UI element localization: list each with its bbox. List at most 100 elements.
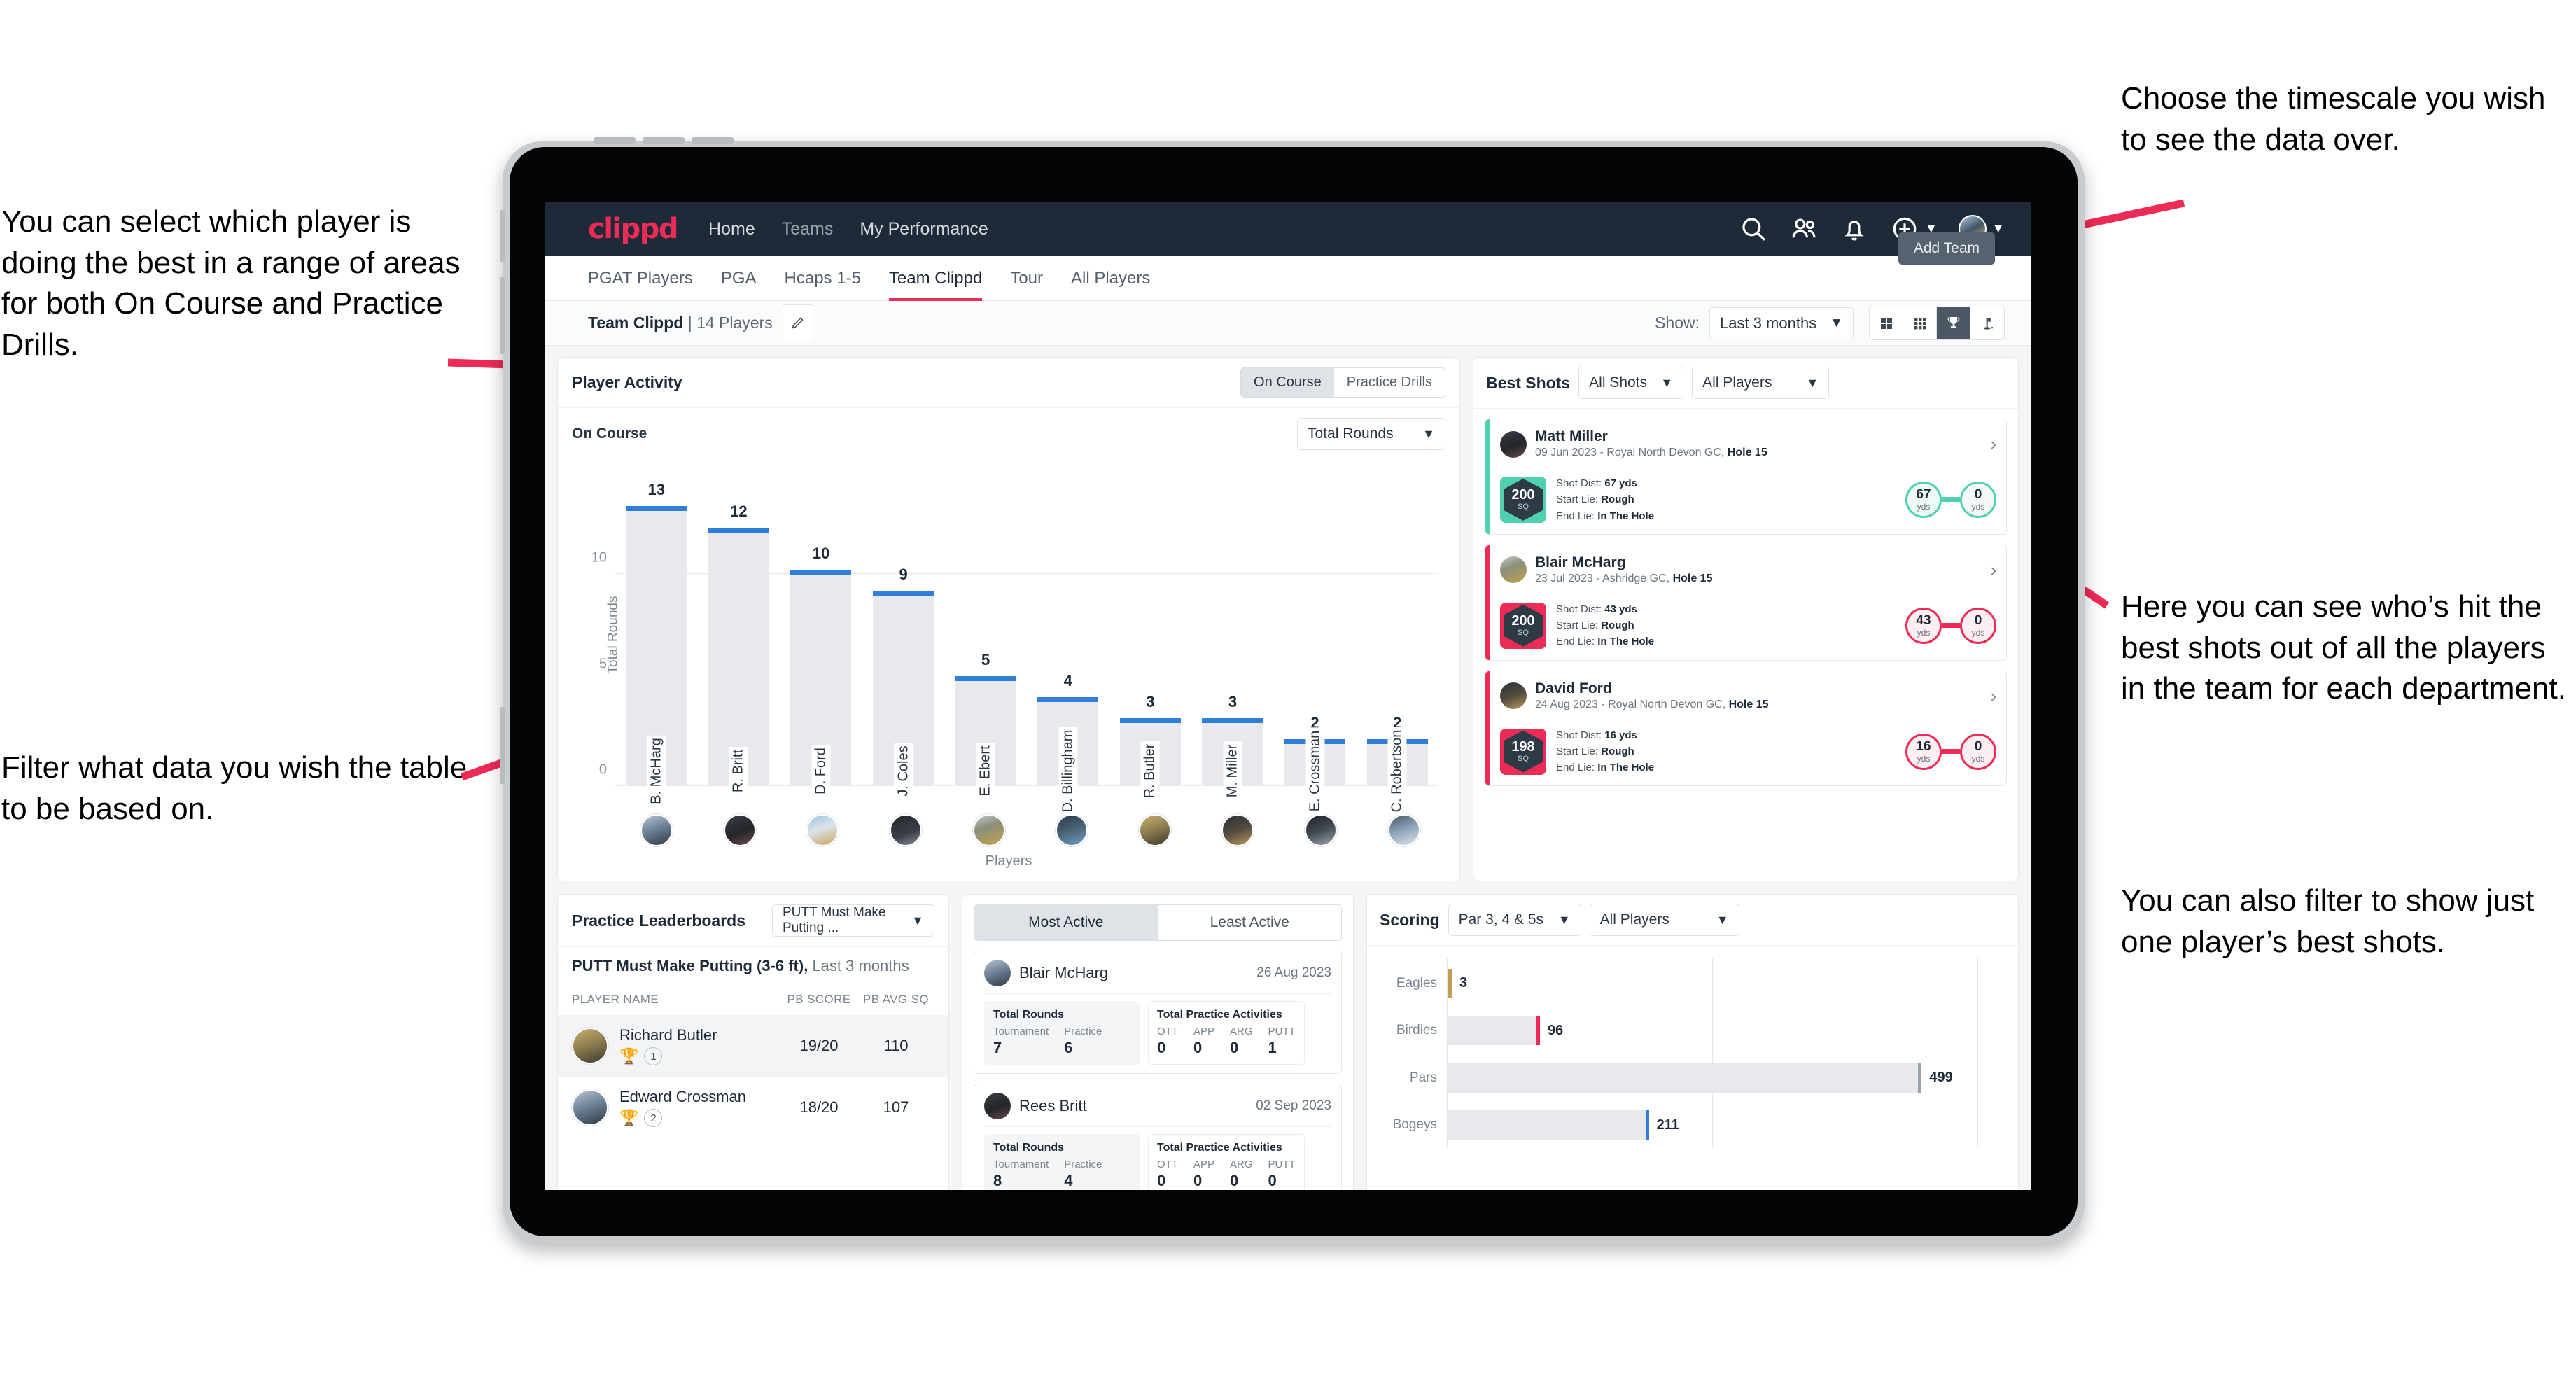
chevron-down-icon: ▼	[911, 913, 924, 927]
nav-link-home[interactable]: Home	[708, 219, 755, 239]
avatar[interactable]	[1222, 814, 1254, 846]
leaderboard-player-name: Edward Crossman	[620, 1088, 746, 1105]
segment-on-course[interactable]: On Course	[1241, 368, 1334, 397]
par-filter-select[interactable]: Par 3, 4 & 5s ▼	[1448, 904, 1581, 936]
chart-bar[interactable]: 2 E. Crossman	[1284, 714, 1346, 815]
team-name: Team Clippd	[588, 314, 684, 332]
player-count: 14 Players	[696, 314, 773, 332]
chart-bar[interactable]: 12 R. Britt	[708, 503, 769, 796]
best-shot-item[interactable]: David Ford 24 Aug 2023 - Royal North Devo…	[1485, 670, 2007, 787]
grid-9-icon[interactable]	[1903, 307, 1937, 340]
round-label: Tournament	[993, 1158, 1049, 1170]
chart-bar-cap	[1202, 718, 1264, 724]
tab-all-players[interactable]: All Players	[1071, 256, 1150, 301]
hexagon-icon: 198 SQ	[1504, 730, 1543, 773]
round-label: Tournament	[993, 1026, 1049, 1037]
dashboard-row-2: Practice Leaderboards PUTT Must Make Put…	[557, 894, 2019, 1190]
nav-link-teams[interactable]: Teams	[782, 219, 834, 239]
shot-quality-value: 198	[1511, 739, 1535, 755]
chart-bar-slot: 3 M. Miller	[1191, 489, 1274, 801]
chevron-right-icon[interactable]: ›	[1983, 433, 1996, 455]
avatar[interactable]	[1138, 814, 1171, 846]
tab-tour[interactable]: Tour	[1010, 256, 1043, 301]
avatar[interactable]	[640, 814, 673, 846]
timescale-select[interactable]: Last 3 months ▼	[1709, 307, 1854, 340]
chart-bar[interactable]: 3 R. Butler	[1119, 693, 1181, 802]
chart-bar[interactable]: 5 E. Ebert	[955, 651, 1016, 799]
end-lie-value: In The Hole	[1597, 762, 1655, 774]
team-tabs: PGAT Players PGA Hcaps 1-5 Team Clippd T…	[545, 232, 2031, 301]
tab-pgat-players[interactable]: PGAT Players	[588, 256, 693, 301]
avatar[interactable]	[1305, 814, 1338, 846]
shot-start-unit: yds	[1917, 754, 1931, 764]
chevron-down-icon: ▼	[1806, 375, 1819, 390]
shot-meta: 24 Aug 2023 - Royal North Devon GC, Hole…	[1535, 698, 1769, 713]
activity-stat-boxes: Total Rounds Tournament 8 Practice 4 Total Pr…	[984, 1134, 1331, 1190]
tab-pga[interactable]: PGA	[721, 256, 757, 301]
avatar[interactable]	[890, 814, 923, 846]
scoring-bar[interactable]	[1447, 1063, 1922, 1093]
chart-bar[interactable]: 4 D. Billingham	[1037, 672, 1099, 816]
list-item[interactable]: Blair McHarg 26 Aug 2023 Total Rounds Tourn…	[974, 951, 1342, 1074]
shot-detail-row: 200 SQ Shot Dist: 67 yds Start Lie: Rough En…	[1500, 475, 1996, 524]
tab-hcaps-1-5[interactable]: Hcaps 1-5	[785, 256, 861, 301]
practice-value: 1	[1268, 1039, 1277, 1056]
grid-4-icon[interactable]	[1870, 307, 1903, 340]
chart-bar[interactable]: 2 C. Robertson	[1366, 714, 1428, 816]
chevron-right-icon[interactable]: ›	[1983, 685, 1996, 707]
trophy-icon[interactable]	[1937, 307, 1970, 340]
bell-icon[interactable]	[1840, 214, 1869, 244]
scoring-bar-row: Pars 499	[1410, 1063, 1977, 1093]
chart-bar[interactable]: 13 B. McHarg	[626, 481, 687, 807]
tab-most-active[interactable]: Most Active	[974, 904, 1158, 941]
shot-stats: Shot Dist: 43 yds Start Lie: Rough End Lie…	[1556, 601, 1654, 650]
table-row[interactable]: Edward Crossman 🏆 2 18/20 107	[558, 1077, 948, 1138]
shot-dist-line: Shot Dist: 43 yds	[1556, 601, 1654, 617]
divider	[984, 1126, 1331, 1127]
chart-bar[interactable]: 9 J. Coles	[873, 566, 934, 799]
metric-select[interactable]: Total Rounds ▼	[1297, 418, 1446, 450]
chart-bar-label: C. Robertson	[1387, 727, 1407, 816]
scoring-player-select[interactable]: All Players ▼	[1589, 904, 1740, 936]
nav-link-my-performance[interactable]: My Performance	[860, 219, 988, 239]
chart-bar-cap	[1119, 718, 1181, 724]
avatar[interactable]	[723, 814, 756, 846]
shot-type-select[interactable]: All Shots ▼	[1578, 367, 1684, 399]
search-icon[interactable]	[1739, 214, 1768, 244]
chart-avatar-slot	[1114, 814, 1197, 846]
best-shot-item[interactable]: Matt Miller 09 Jun 2023 - Royal North Dev…	[1485, 419, 2007, 535]
people-icon[interactable]	[1789, 214, 1819, 244]
scoring-bar[interactable]	[1447, 1016, 1540, 1046]
tab-team-clippd[interactable]: Team Clippd	[888, 256, 983, 301]
flag-pin-icon[interactable]	[1970, 307, 2004, 340]
practice-value: 0	[1230, 1172, 1239, 1189]
segment-practice-drills[interactable]: Practice Drills	[1334, 368, 1445, 397]
leaderboard-player: Edward Crossman 🏆 2	[620, 1088, 780, 1127]
best-shots-player-select[interactable]: All Players ▼	[1692, 367, 1830, 399]
best-shot-item[interactable]: Blair McHarg 23 Jul 2023 - Ashridge GC, H…	[1485, 544, 2007, 661]
avatar[interactable]	[972, 814, 1005, 846]
end-lie-label: End Lie:	[1556, 510, 1598, 522]
clippd-logo[interactable]: clippd	[588, 213, 679, 245]
table-row[interactable]: Richard Butler 🏆 1 19/20 110	[558, 1015, 948, 1077]
leaderboard-period: Last 3 months	[808, 957, 909, 974]
tab-least-active[interactable]: Least Active	[1158, 904, 1342, 941]
avatar[interactable]	[1056, 814, 1088, 846]
scoring-bar[interactable]	[1447, 1110, 1649, 1140]
chart-bar-label: J. Coles	[894, 743, 913, 799]
on-course-label: On Course	[572, 426, 648, 442]
drill-value: PUTT Must Make Putting ...	[783, 905, 886, 935]
leaderboard-rows: Richard Butler 🏆 1 19/20 110 Edward Crossman 🏆…	[558, 1015, 948, 1138]
avatar[interactable]	[806, 814, 839, 846]
list-item[interactable]: Rees Britt 02 Sep 2023 Total Rounds Tournam…	[974, 1084, 1342, 1190]
scoring-bar[interactable]	[1447, 968, 1452, 998]
avatar[interactable]	[1387, 814, 1420, 846]
edit-team-button[interactable]	[782, 304, 813, 342]
chevron-right-icon[interactable]: ›	[1983, 559, 1996, 581]
drill-select[interactable]: PUTT Must Make Putting ... ▼	[772, 904, 934, 937]
chart-bar[interactable]: 3 M. Miller	[1202, 693, 1264, 801]
round-value: 7	[993, 1039, 1002, 1056]
start-lie-label: Start Lie:	[1556, 493, 1602, 506]
chart-bar[interactable]: 10 D. Ford	[790, 545, 852, 797]
y-tick-5: 5	[598, 656, 607, 672]
